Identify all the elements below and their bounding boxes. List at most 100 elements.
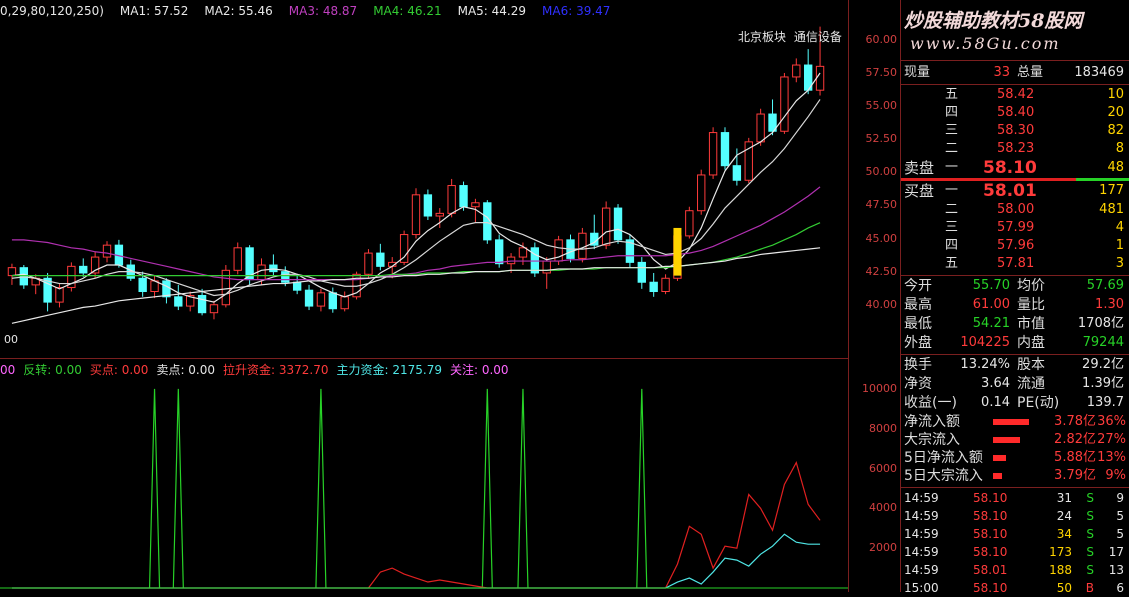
ask-price: 58.30 bbox=[997, 123, 1035, 138]
candle-body bbox=[292, 281, 302, 291]
tick-time: 14:59 bbox=[904, 563, 939, 577]
indicator-axis-tick: 6000 bbox=[869, 461, 897, 475]
tick-count: 5 bbox=[1116, 509, 1124, 523]
main-fund-line bbox=[11, 533, 821, 589]
tick-price: 58.10 bbox=[973, 527, 1008, 541]
sector-name-label: 通信设备 bbox=[793, 30, 842, 44]
panel-separator bbox=[901, 275, 1129, 276]
tick-time: 15:00 bbox=[904, 581, 939, 595]
flow-percent: 36% bbox=[1097, 414, 1126, 429]
candle-body bbox=[340, 296, 349, 310]
stat-value: 104225 bbox=[960, 335, 1010, 350]
candle-body bbox=[7, 267, 17, 277]
reversal-spike bbox=[636, 388, 648, 589]
candle-body bbox=[304, 289, 314, 307]
tick-side: S bbox=[1086, 545, 1094, 559]
tick-row: 14:59 58.10 24 S 5 bbox=[901, 507, 1129, 525]
indicator-header: 00 反转: 0.00 买点: 0.00 卖点: 0.00 拉升资金: 3372.70 主… bbox=[0, 361, 517, 378]
candle-body bbox=[637, 261, 646, 283]
tick-row: 14:59 58.10 31 S 9 bbox=[901, 489, 1129, 507]
bid-volume: 4 bbox=[1115, 220, 1124, 235]
indicator-axis-tick: 2000 bbox=[869, 541, 897, 555]
candle-body bbox=[542, 260, 551, 274]
flow-percent: 13% bbox=[1097, 450, 1126, 465]
flow-label: 5日大宗流入 bbox=[904, 468, 983, 484]
indicator-label: 00 bbox=[0, 363, 16, 377]
flow-bar bbox=[993, 437, 1020, 443]
stat-value: 54.21 bbox=[972, 316, 1010, 331]
candle-body bbox=[601, 207, 611, 246]
kline-chart-area[interactable]: 0,29,80,120,250) MA1: 57.52 MA2: 55.46 MA3:… bbox=[0, 0, 848, 592]
tick-count: 9 bbox=[1116, 491, 1124, 505]
candle-body bbox=[316, 292, 326, 307]
indicator-chart[interactable] bbox=[0, 359, 848, 592]
candle-body bbox=[423, 194, 433, 217]
quote-panel: 现量 33 总量 183469 五 58.42 10 四 58.40 20 三 58.30 82 二 58.… bbox=[900, 0, 1129, 595]
stat-row: 最高 61.00 量比 1.30 bbox=[901, 296, 1129, 314]
indicator-label: 买点: 0.00 bbox=[89, 363, 149, 377]
bid-row: 五 57.81 3 bbox=[901, 255, 1129, 273]
tick-price: 58.10 bbox=[973, 509, 1008, 523]
candle-body bbox=[685, 210, 694, 237]
price-axis-tick: 47.50 bbox=[865, 198, 898, 212]
stat-value: 0.14 bbox=[981, 395, 1010, 410]
ask-level: 三 bbox=[945, 123, 959, 138]
indicator-axis-tick: 8000 bbox=[869, 421, 897, 435]
tick-volume: 24 bbox=[1056, 509, 1072, 523]
stat-label: 净资 bbox=[904, 376, 932, 392]
stat-value: 13.24% bbox=[960, 357, 1010, 372]
tick-count: 13 bbox=[1108, 563, 1124, 577]
bid-volume: 481 bbox=[1099, 202, 1124, 217]
flow-bar bbox=[993, 455, 1006, 461]
candle-body bbox=[780, 76, 789, 132]
bid-1-volume: 177 bbox=[1099, 183, 1124, 198]
candle-body bbox=[792, 64, 801, 78]
candle-body bbox=[55, 287, 64, 303]
ma-label: MA2: 55.46 bbox=[204, 4, 273, 18]
flow-percent: 9% bbox=[1105, 468, 1126, 483]
panel-separator bbox=[901, 84, 1129, 85]
candle-body bbox=[257, 264, 266, 281]
panel-separator bbox=[901, 60, 1129, 61]
sector-overlap-label: 北京板块 bbox=[738, 30, 787, 44]
candle-body bbox=[79, 265, 88, 274]
sector-overlay[interactable]: 北京板块 通信设备 bbox=[738, 28, 842, 45]
reversal-spike bbox=[172, 388, 184, 589]
ma-label: MA3: 48.87 bbox=[288, 4, 358, 18]
stat2-row: 换手 13.24% 股本 29.2亿 bbox=[901, 356, 1129, 374]
tick-side: S bbox=[1086, 527, 1094, 541]
indicator-label: 主力资金: 2175.79 bbox=[336, 363, 442, 377]
price-axis-tick: 60.00 bbox=[865, 32, 898, 46]
stat-label: PE(动) bbox=[1017, 395, 1060, 411]
tick-row: 14:59 58.10 34 S 5 bbox=[901, 525, 1129, 543]
candle-body bbox=[197, 294, 207, 314]
price-axis-tick: 50.00 bbox=[865, 165, 898, 179]
stat-value: 139.7 bbox=[1086, 395, 1124, 410]
ask-level: 五 bbox=[945, 87, 959, 102]
candle-body bbox=[209, 304, 219, 314]
ask-row: 二 58.23 8 bbox=[901, 140, 1129, 158]
tick-volume: 31 bbox=[1056, 491, 1072, 505]
ma-label: MA5: 44.29 bbox=[457, 4, 527, 18]
candle-body bbox=[506, 256, 516, 265]
candle-body bbox=[138, 277, 147, 293]
bid-price: 57.96 bbox=[997, 238, 1035, 253]
stat-value: 55.70 bbox=[972, 278, 1010, 293]
price-chart[interactable] bbox=[0, 0, 848, 358]
stat-label: 外盘 bbox=[904, 335, 932, 351]
candle-body bbox=[399, 234, 409, 263]
tick-time: 14:59 bbox=[904, 509, 939, 523]
signal-bar bbox=[673, 227, 682, 276]
ask-volume: 20 bbox=[1107, 105, 1124, 120]
ask-level: 四 bbox=[945, 105, 959, 120]
flow-percent: 27% bbox=[1097, 432, 1126, 447]
stat-row: 今开 55.70 均价 57.69 bbox=[901, 277, 1129, 295]
reversal-spike bbox=[517, 388, 529, 589]
candle-body bbox=[578, 232, 587, 259]
tick-side: S bbox=[1086, 491, 1094, 505]
tick-row: 14:59 58.01 188 S 13 bbox=[901, 561, 1129, 579]
tick-count: 6 bbox=[1116, 581, 1124, 595]
watermark-logo-title: 炒股辅助教材58股网 bbox=[904, 10, 1083, 32]
bid-price: 57.99 bbox=[997, 220, 1035, 235]
flow-amount: 3.78亿 bbox=[1054, 414, 1096, 429]
